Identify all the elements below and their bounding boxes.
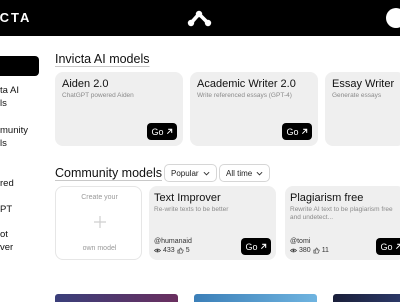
top-bar: ICTA [0,0,400,36]
card-subtitle: ChatGPT powered Aiden [62,92,134,99]
go-button[interactable]: Go [282,123,312,140]
sidebar-item-plagiarism-remover[interactable]: ot ver [0,228,13,254]
featured-thumbnail[interactable] [333,294,400,302]
card-subtitle: Generate essays [332,92,381,99]
sort-dropdown[interactable]: Popular [164,164,217,182]
go-button[interactable]: Go [376,238,400,255]
arrow-up-right-icon [301,128,308,135]
create-card-top-text: Create your [56,194,143,201]
sidebar-item-community-models[interactable]: munity ls [0,124,28,150]
model-card-aiden[interactable]: Aiden 2.0 ChatGPT powered Aiden Go [55,72,183,146]
thumbs-up-icon [313,247,320,254]
views-count: 433 [163,247,175,254]
user-avatar[interactable] [386,8,400,28]
plus-icon [93,215,107,229]
likes-count: 5 [186,247,190,254]
chevron-down-icon [203,171,210,176]
eye-icon [154,247,161,254]
community-card-plagiarism-free[interactable]: Plagiarism free Rewrite AI text to be pl… [285,186,400,260]
featured-thumbnail[interactable] [55,294,178,302]
sidebar-item-invicta-ai-models[interactable]: ta AI ls [0,84,19,110]
card-title: Essay Writer [332,78,394,90]
author-handle[interactable]: @humanaid [154,238,192,245]
arrow-up-right-icon [260,243,267,250]
card-stats: 380 11 [290,247,329,254]
card-stats: 433 5 [154,247,190,254]
sidebar-item-chatgpt[interactable]: PT [0,203,12,216]
card-title: Aiden 2.0 [62,78,108,90]
sidebar: ta AI ls munity ls red PT ot ver [0,36,45,300]
thumbs-up-icon [177,247,184,254]
featured-thumbnail[interactable] [194,294,317,302]
invicta-models-heading: Invicta AI models [55,52,150,66]
model-card-essay-writer[interactable]: Essay Writer Generate essays [325,72,400,146]
card-subtitle: Write referenced essays (GPT-4) [197,92,292,99]
go-label: Go [286,127,298,137]
time-filter-dropdown[interactable]: All time [219,164,270,182]
create-card-bottom-text: own model [56,245,143,252]
card-subtitle: Re-write texts to be better [154,206,228,213]
sidebar-item-featured[interactable]: red [0,177,14,190]
brand-name[interactable]: ICTA [0,10,31,25]
sort-label: Popular [171,169,199,178]
model-card-academic-writer[interactable]: Academic Writer 2.0 Write referenced ess… [190,72,318,146]
card-title: Academic Writer 2.0 [197,78,296,90]
card-title: Text Improver [154,192,221,204]
views-count: 380 [299,247,311,254]
community-models-heading: Community models [55,166,162,180]
chevron-down-icon [256,171,263,176]
go-button[interactable]: Go [147,123,177,140]
create-model-card[interactable]: Create your own model [55,186,142,260]
go-button[interactable]: Go [241,238,271,255]
community-card-text-improver[interactable]: Text Improver Re-write texts to be bette… [149,186,276,260]
go-label: Go [245,242,257,252]
time-filter-label: All time [226,169,252,178]
go-label: Go [380,242,392,252]
sidebar-item-active[interactable] [0,56,39,76]
arrow-up-right-icon [166,128,173,135]
author-handle[interactable]: @tomi [290,238,310,245]
likes-count: 11 [322,247,329,254]
eye-icon [290,247,297,254]
card-title: Plagiarism free [290,192,363,204]
go-label: Go [151,127,163,137]
card-subtitle: Rewrite AI text to be plagiarism free an… [290,206,393,222]
arrow-up-right-icon [395,243,400,250]
brand-logo-icon[interactable] [187,8,213,28]
